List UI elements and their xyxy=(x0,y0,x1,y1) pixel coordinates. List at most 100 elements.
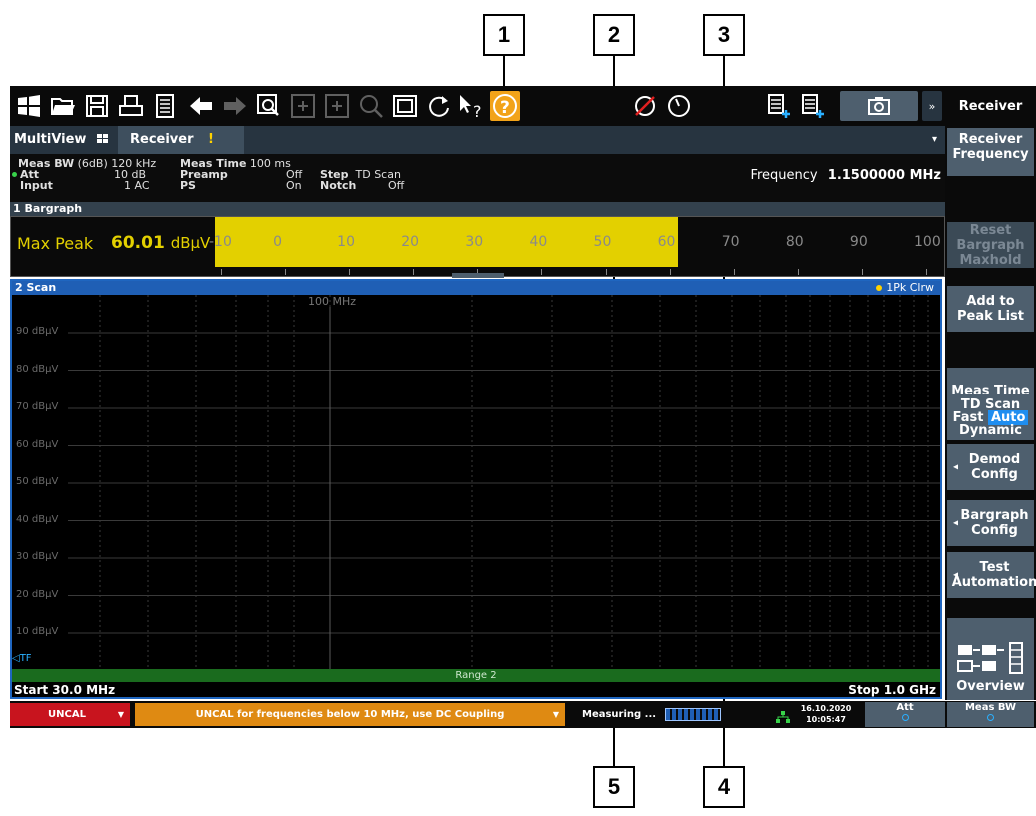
indicator-circle-icon xyxy=(901,714,909,721)
zoom-in-icon[interactable] xyxy=(288,91,318,121)
callout-4: 4 xyxy=(703,766,745,808)
add-to-peak-list-softkey[interactable]: Add to Peak List xyxy=(947,286,1034,332)
channel-settings-bar[interactable]: Meas BW (6dB) 120 kHz Att 10 dB Input 1 AC… xyxy=(10,154,945,202)
save-icon[interactable] xyxy=(82,91,112,121)
network-icon xyxy=(776,708,790,723)
trace-dot-icon xyxy=(876,285,883,291)
camera-icon[interactable] xyxy=(840,91,918,121)
test-automation-softkey[interactable]: ◂ Test Automation xyxy=(947,552,1036,598)
measuring-status: Measuring ... xyxy=(582,709,657,720)
notch-label: Notch xyxy=(320,179,357,192)
frequency-readout[interactable]: Frequency 1.1500000 MHz xyxy=(750,168,941,183)
add-window-2-icon[interactable] xyxy=(798,91,828,121)
expand-left-icon: ◂ xyxy=(953,461,959,473)
expand-left-icon: ◂ xyxy=(953,569,959,581)
grid-icon xyxy=(96,134,108,143)
bargraph-tick-label: 10 xyxy=(337,234,355,250)
td-scan-options: Fast Auto xyxy=(953,409,1029,425)
td-scan-dynamic: Dynamic xyxy=(958,422,1022,438)
dial-icon[interactable] xyxy=(664,91,694,121)
y-axis-label: 20 dBµV xyxy=(16,588,59,600)
full-screen-icon[interactable] xyxy=(390,91,420,121)
indicator-circle-icon xyxy=(987,714,994,721)
document-icon[interactable] xyxy=(150,91,180,121)
tab-bar: MultiView Receiver ! ▾ xyxy=(10,126,945,154)
status-message[interactable]: UNCAL for frequencies below 10 MHz, use … xyxy=(135,703,565,726)
bargraph-config-softkey[interactable]: ◂ Bargraph Config xyxy=(947,500,1034,546)
meas-bw-status-button[interactable]: Meas BW xyxy=(947,702,1034,727)
bargraph-tick-label: -10 xyxy=(209,234,232,250)
bargraph-tick xyxy=(733,269,735,275)
bargraph-tick xyxy=(797,269,799,275)
y-axis-label: 60 dBµV xyxy=(16,438,59,450)
dropdown-icon: ▼ xyxy=(552,710,559,719)
bargraph-tick-label: 30 xyxy=(465,234,484,250)
open-folder-icon[interactable] xyxy=(48,91,78,121)
y-axis-label: 70 dBµV xyxy=(16,401,59,412)
windows-icon[interactable] xyxy=(14,91,44,121)
more-icon[interactable]: » xyxy=(922,91,942,121)
bargraph-tick xyxy=(605,269,607,275)
tab-receiver[interactable]: Receiver ! xyxy=(118,126,244,154)
help-pointer-icon[interactable]: ? xyxy=(456,91,486,121)
trace-info: 1Pk Clrw xyxy=(876,281,934,295)
softkey-blank xyxy=(947,176,1034,220)
add-window-icon[interactable] xyxy=(764,91,794,121)
refresh-icon[interactable] xyxy=(424,91,454,121)
scan-window[interactable]: 2 Scan 1Pk Clrw 90 dBµV 80 dBµV 70 dBµV 60 … xyxy=(10,279,942,699)
overview-softkey[interactable]: Overview xyxy=(947,618,1034,700)
callout-2: 2 xyxy=(593,14,635,56)
y-axis-label: 40 dBµV xyxy=(16,513,59,525)
y-axis-label: 50 dBµV xyxy=(16,476,59,487)
settings-col-3: Step TD Scan Notch Off xyxy=(320,169,450,191)
warning-icon: ! xyxy=(208,132,214,147)
att-status-button[interactable]: Att xyxy=(865,702,945,727)
signal-flow-icon xyxy=(956,642,1023,674)
softkey-title: Receiver xyxy=(947,86,1034,126)
tab-multiview[interactable]: MultiView xyxy=(10,126,118,154)
undo-icon[interactable] xyxy=(186,91,216,121)
bargraph-tick-label: 60 xyxy=(657,234,676,250)
td-scan-softkey[interactable]: TD Scan Fast Auto Dynamic xyxy=(947,394,1034,440)
print-icon[interactable] xyxy=(116,91,146,121)
window-splitter-handle[interactable] xyxy=(452,273,504,278)
bargraph-tick-label: 50 xyxy=(593,234,612,250)
ps-value: On xyxy=(286,179,302,192)
scan-grid xyxy=(68,295,940,671)
status-dot-icon xyxy=(12,172,17,177)
toolbar: ? ? » xyxy=(10,86,945,126)
signal-off-icon[interactable] xyxy=(630,91,660,121)
multi-zoom-icon[interactable] xyxy=(322,91,352,121)
date-time: 16.10.2020 10:05:47 xyxy=(800,703,852,725)
scan-plot-area[interactable]: 90 dBµV 80 dBµV 70 dBµV 60 dBµV 50 dBµV 40 dB… xyxy=(12,295,940,671)
receiver-frequency-softkey[interactable]: Receiver Frequency xyxy=(947,128,1034,178)
redo-icon[interactable] xyxy=(220,91,250,121)
reset-bargraph-softkey[interactable]: Reset Bargraph Maxhold xyxy=(947,222,1034,268)
callout-1: 1 xyxy=(483,14,525,56)
marker-frequency-label: 100 MHz xyxy=(308,295,357,308)
svg-text:?: ? xyxy=(473,102,482,119)
zoom-off-icon[interactable] xyxy=(356,91,386,121)
input-value: 1 AC xyxy=(124,179,150,192)
svg-text:?: ? xyxy=(500,98,510,118)
callout-5: 5 xyxy=(593,766,635,808)
date-label: 16.10.2020 xyxy=(800,704,852,713)
zoom-icon[interactable] xyxy=(254,91,284,121)
range-bar[interactable]: Range 2 xyxy=(12,669,940,682)
demod-config-softkey[interactable]: ◂ Demod Config xyxy=(947,444,1034,490)
bargraph-value: 60.01 dBµV xyxy=(111,233,211,253)
scan-window-title-bar: 2 Scan 1Pk Clrw xyxy=(12,281,940,295)
bargraph-tick xyxy=(926,269,927,275)
bargraph-window-title[interactable]: 1 Bargraph xyxy=(10,202,945,216)
bargraph-tick xyxy=(669,269,671,275)
scan-window-title: 2 Scan xyxy=(15,281,57,294)
help-icon[interactable]: ? xyxy=(490,91,520,121)
bargraph-detector: Max Peak xyxy=(17,234,94,253)
bargraph-tick-label: 40 xyxy=(529,234,548,250)
softkey-panel: Receiver Receiver Frequency Reset Bargra… xyxy=(945,86,1036,700)
tab-dropdown-icon[interactable]: ▾ xyxy=(932,126,937,154)
callout-3: 3 xyxy=(703,14,745,56)
bargraph-tick-label: 80 xyxy=(785,234,804,250)
input-label: Input xyxy=(20,179,53,192)
uncal-indicator[interactable]: UNCAL ▼ xyxy=(10,703,130,726)
